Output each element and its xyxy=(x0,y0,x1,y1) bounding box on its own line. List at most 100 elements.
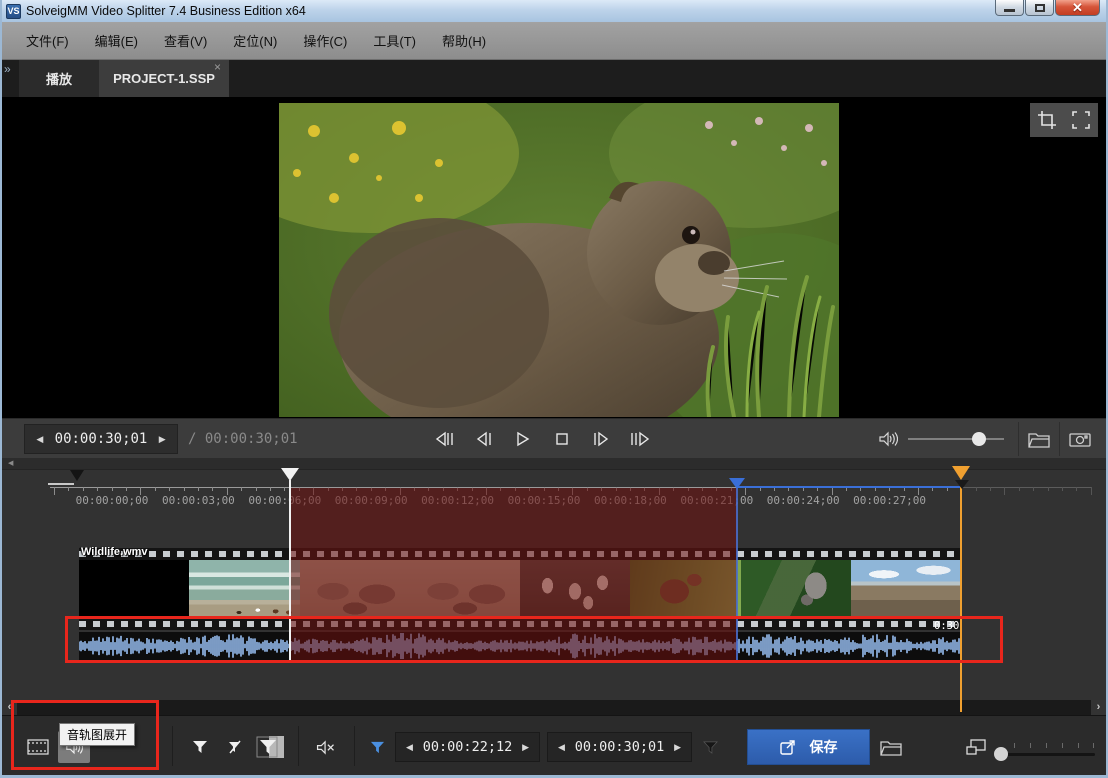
previous-frame-button[interactable] xyxy=(469,424,499,454)
volume-group xyxy=(878,419,1096,459)
previous-keyframe-button[interactable] xyxy=(430,424,460,454)
mute-icon xyxy=(316,740,336,755)
end-time-decrement[interactable]: ◀ xyxy=(548,733,575,761)
export-icon xyxy=(780,739,796,755)
minimize-button[interactable] xyxy=(995,0,1024,16)
annotation-audio-track xyxy=(65,616,1003,663)
save-button[interactable]: 保存 xyxy=(747,729,870,765)
timeline-scrollbar[interactable]: ‹ › xyxy=(2,700,1106,715)
menu-edit[interactable]: 编辑(E) xyxy=(83,27,150,54)
current-time-value[interactable]: 00:00:30;01 xyxy=(55,431,148,447)
maximize-icon xyxy=(1035,4,1045,12)
tab-close-icon[interactable]: × xyxy=(214,61,221,73)
fragment-range-line xyxy=(737,486,963,488)
end-time-increment[interactable]: ▶ xyxy=(664,733,691,761)
menu-view[interactable]: 查看(V) xyxy=(152,27,219,54)
cut-marker-handle[interactable] xyxy=(281,468,299,481)
fragment-begin-time[interactable]: 00:00:22;12 xyxy=(423,739,512,755)
tab-bar: » 播放 PROJECT-1.SSP × xyxy=(2,60,1106,97)
marmot-video-still xyxy=(279,103,839,417)
current-time-spinner: ◀ 00:00:30;01 ▶ xyxy=(24,424,178,454)
tooltip: 音轨图展开 xyxy=(59,723,135,746)
bottom-toolbar: 音轨图展开 xyxy=(2,715,1106,775)
thumbnail-koala xyxy=(741,560,851,617)
title-bar[interactable]: VS SolveigMM Video Splitter 7.4 Business… xyxy=(2,0,1106,22)
video-preview-area xyxy=(2,97,1106,418)
thumbnail-rocky-valley xyxy=(851,560,961,617)
save-label: 保存 xyxy=(810,737,838,757)
timeline-zoom-slider[interactable] xyxy=(994,753,1095,756)
mute-fragment-button[interactable] xyxy=(310,731,342,763)
preview-tools xyxy=(1030,103,1098,137)
time-step-back-button[interactable]: ◀ xyxy=(25,425,55,453)
begin-time-decrement[interactable]: ◀ xyxy=(396,733,423,761)
menu-operations[interactable]: 操作(C) xyxy=(291,27,359,54)
playhead-marker[interactable] xyxy=(952,466,970,480)
fragment-start-marker[interactable] xyxy=(729,478,745,489)
next-frame-button[interactable] xyxy=(586,424,616,454)
output-folder-button[interactable] xyxy=(875,731,907,763)
marker-invert-icon xyxy=(255,736,285,758)
begin-marker-blue-icon xyxy=(369,740,386,755)
clip-name-label: Wildlife.wmv xyxy=(81,546,148,558)
video-frame xyxy=(279,103,839,417)
time-step-forward-button[interactable]: ▶ xyxy=(147,425,177,453)
duration-label: / 00:00:30;01 xyxy=(188,431,298,447)
menu-position[interactable]: 定位(N) xyxy=(221,27,289,54)
next-keyframe-button[interactable] xyxy=(625,424,655,454)
window-title: SolveigMM Video Splitter 7.4 Business Ed… xyxy=(26,4,306,18)
app-window: VS SolveigMM Video Splitter 7.4 Business… xyxy=(0,0,1108,778)
tab-project[interactable]: PROJECT-1.SSP xyxy=(99,60,229,97)
playhead-line[interactable] xyxy=(960,482,962,712)
ruler-label: 00:00:00;00 xyxy=(76,494,149,507)
timeline-panel[interactable]: 00:00:00;0000:00:03;0000:00:06;0000:00:0… xyxy=(2,470,1106,700)
speaker-icon[interactable] xyxy=(878,431,898,447)
folder-icon xyxy=(880,739,902,756)
splitter-collapse-icon[interactable]: ◀ xyxy=(8,459,13,467)
maximize-button[interactable] xyxy=(1025,0,1054,16)
stop-button[interactable] xyxy=(547,424,577,454)
invert-selection-button[interactable] xyxy=(252,731,288,763)
end-marker-dark-icon xyxy=(702,740,719,755)
begin-time-increment[interactable]: ▶ xyxy=(512,733,539,761)
set-begin-marker-button[interactable] xyxy=(364,731,390,763)
zoom-scale-icon xyxy=(965,738,987,756)
open-file-button[interactable] xyxy=(1023,423,1055,455)
volume-slider[interactable] xyxy=(908,438,1004,440)
minimize-icon xyxy=(1004,9,1015,12)
transport-controls xyxy=(430,424,655,454)
add-marker-button[interactable] xyxy=(184,731,216,763)
set-end-marker-button[interactable] xyxy=(697,731,723,763)
timeline-zoom-thumb[interactable] xyxy=(994,747,1008,761)
playhead-shadow-marker xyxy=(955,480,969,489)
marker-slash-icon xyxy=(226,739,244,755)
menu-bar: 文件(F) 编辑(E) 查看(V) 定位(N) 操作(C) 工具(T) 帮助(H… xyxy=(2,22,1106,60)
timeline-zoom-button[interactable] xyxy=(962,731,990,763)
fragment-end-time[interactable]: 00:00:30;01 xyxy=(575,739,664,755)
thumbnail-black-frame xyxy=(79,560,189,617)
close-button[interactable]: ✕ xyxy=(1055,0,1100,16)
panel-splitter[interactable]: ◀ xyxy=(2,458,1106,470)
close-icon: ✕ xyxy=(1072,1,1083,14)
app-logo-icon: VS xyxy=(6,4,21,19)
scroll-right-button[interactable]: › xyxy=(1091,700,1106,715)
volume-slider-thumb[interactable] xyxy=(972,432,986,446)
snapshot-camera-button[interactable] xyxy=(1064,423,1096,455)
tab-overflow-chevron[interactable]: » xyxy=(4,62,11,76)
timeline-start-marker[interactable] xyxy=(70,470,84,481)
playback-control-bar: ◀ 00:00:30;01 ▶ / 00:00:30;01 xyxy=(2,418,1106,458)
play-button[interactable] xyxy=(508,424,538,454)
thumbnail-horses-on-beach xyxy=(189,560,299,617)
menu-tools[interactable]: 工具(T) xyxy=(361,27,428,54)
trim-start-bar xyxy=(48,483,74,485)
fragment-begin-time-spinner: ◀ 00:00:22;12 ▶ xyxy=(395,732,540,762)
tab-play[interactable]: 播放 xyxy=(19,60,99,97)
fullscreen-icon[interactable] xyxy=(1071,110,1091,130)
crop-icon[interactable] xyxy=(1037,110,1057,130)
ruler-label: 00:00:27;00 xyxy=(853,494,926,507)
remove-marker-button[interactable] xyxy=(219,731,251,763)
fragment-end-time-spinner: ◀ 00:00:30;01 ▶ xyxy=(547,732,692,762)
menu-help[interactable]: 帮助(H) xyxy=(430,27,498,54)
ruler-label: 00:00:24;00 xyxy=(767,494,840,507)
menu-file[interactable]: 文件(F) xyxy=(14,27,81,54)
